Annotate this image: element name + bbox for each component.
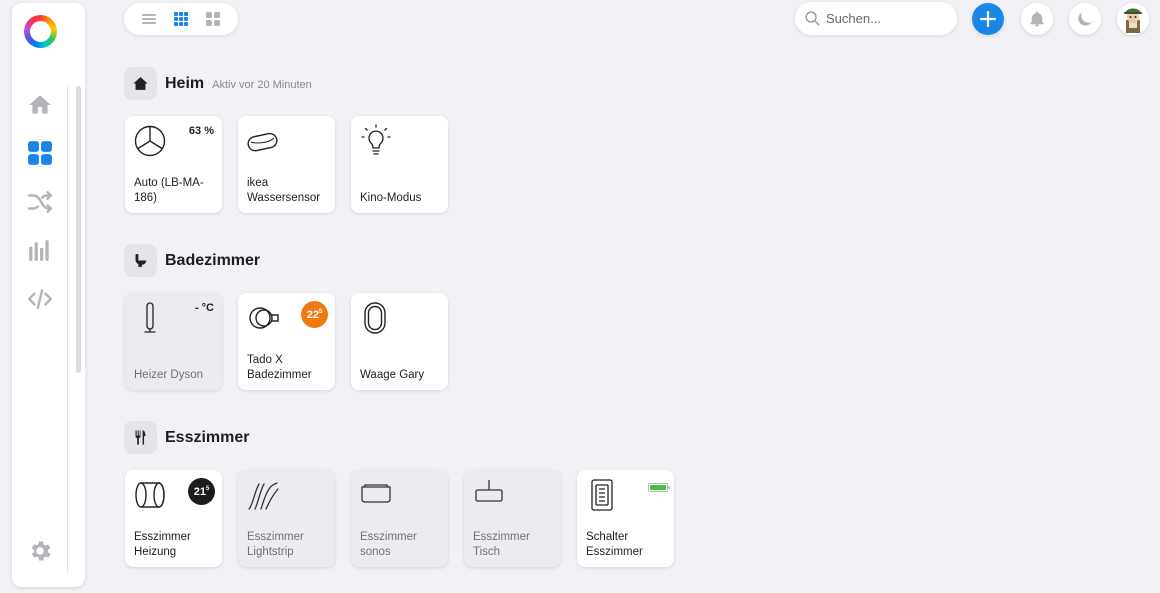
wall-switch-icon — [591, 479, 613, 511]
tile-label: ikea Wassersensor — [247, 177, 321, 204]
device-tile-heizer-dyson[interactable]: - °C Heizer Dyson — [125, 293, 222, 390]
tile-label: Auto (LB-MA- 186) — [134, 177, 204, 204]
tile-label: Tado X Badezimmer — [247, 354, 312, 381]
battery-indicator — [648, 483, 670, 492]
home-icon[interactable] — [24, 89, 56, 121]
app-logo[interactable] — [24, 15, 57, 48]
tile-label: Esszimmer Tisch — [473, 531, 530, 558]
moon-icon — [1078, 12, 1092, 26]
grid-large-view-icon[interactable] — [205, 11, 221, 27]
tile-label: Esszimmer Lightstrip — [247, 531, 304, 558]
view-mode-toggle — [124, 3, 238, 35]
thermostat-cylinder-icon — [135, 482, 165, 508]
device-tile-esszimmer-lightstrip[interactable]: Esszimmer Lightstrip — [238, 470, 335, 567]
tile-label: Kino-Modus — [360, 191, 422, 204]
tile-label: Esszimmer Heizung — [134, 531, 191, 558]
device-tile-wassersensor[interactable]: ikea Wassersensor — [238, 116, 335, 213]
device-tile-waage-gary[interactable]: Waage Gary — [351, 293, 448, 390]
search-icon — [805, 11, 820, 26]
target-temperature-badge: 21 5 — [188, 478, 215, 505]
sidebar — [12, 3, 85, 587]
scale-icon — [364, 302, 386, 334]
room-title: Heim — [165, 74, 205, 92]
device-tile-auto[interactable]: 63 % Auto (LB-MA- 186) — [125, 116, 222, 213]
device-tile-esszimmer-tisch[interactable]: Esszimmer Tisch — [464, 470, 561, 567]
add-button[interactable] — [972, 3, 1004, 35]
room-subtitle: Aktiv vor 20 Minuten — [212, 78, 312, 91]
temperature-value: - °C — [194, 302, 214, 314]
tile-label: Schalter Esszimmer — [586, 531, 643, 558]
house-icon — [124, 67, 157, 100]
avatar[interactable] — [1117, 3, 1149, 35]
device-tile-schalter-esszimmer[interactable]: Schalter Esszimmer — [577, 470, 674, 567]
search-input[interactable] — [826, 8, 946, 29]
sidebar-divider — [67, 86, 68, 573]
toilet-icon — [124, 244, 157, 277]
target-temperature-badge: 22 5 — [301, 301, 328, 328]
battery-fill — [650, 485, 666, 490]
dashboard-grid-icon[interactable] — [24, 137, 56, 169]
radiator-valve-icon — [249, 307, 279, 329]
tile-label: Heizer Dyson — [134, 368, 204, 381]
cutlery-icon — [124, 421, 157, 454]
tile-label: Esszimmer sonos — [360, 531, 417, 558]
room-header-badezimmer: Badezimmer — [124, 244, 260, 277]
shuffle-icon[interactable] — [24, 186, 56, 218]
water-sensor-icon — [247, 132, 278, 152]
dark-mode-button[interactable] — [1069, 3, 1101, 35]
statistics-icon[interactable] — [24, 234, 56, 266]
code-icon[interactable] — [24, 283, 56, 315]
bell-icon — [1030, 11, 1044, 27]
plus-icon — [979, 10, 997, 28]
lightstrip-icon — [248, 482, 279, 510]
pendant-lamp-icon — [475, 480, 503, 502]
device-tile-tado-badezimmer[interactable]: 22 5 Tado X Badezimmer — [238, 293, 335, 390]
user-avatar-icon — [1124, 8, 1142, 33]
speaker-icon — [361, 484, 391, 503]
room-title: Esszimmer — [165, 428, 250, 446]
tile-label: Waage Gary — [360, 368, 425, 381]
battery-level-value: 63 % — [188, 125, 214, 137]
mercedes-star-icon — [134, 125, 166, 157]
notifications-button[interactable] — [1021, 3, 1053, 35]
room-header-heim: Heim Aktiv vor 20 Minuten — [124, 67, 312, 100]
grid-small-view-icon[interactable] — [173, 11, 189, 27]
room-header-esszimmer: Esszimmer — [124, 421, 250, 454]
device-tile-esszimmer-sonos[interactable]: Esszimmer sonos — [351, 470, 448, 567]
list-view-icon[interactable] — [141, 11, 157, 27]
sidebar-scrollbar[interactable] — [76, 86, 81, 373]
lightbulb-icon — [361, 124, 391, 155]
scene-tile-kino-modus[interactable]: Kino-Modus — [351, 116, 448, 213]
room-title: Badezimmer — [165, 251, 261, 269]
search-box — [795, 2, 957, 35]
gear-icon[interactable] — [24, 535, 56, 567]
device-tile-esszimmer-heizung[interactable]: 21 5 Esszimmer Heizung — [125, 470, 222, 567]
tower-heater-icon — [144, 302, 156, 333]
